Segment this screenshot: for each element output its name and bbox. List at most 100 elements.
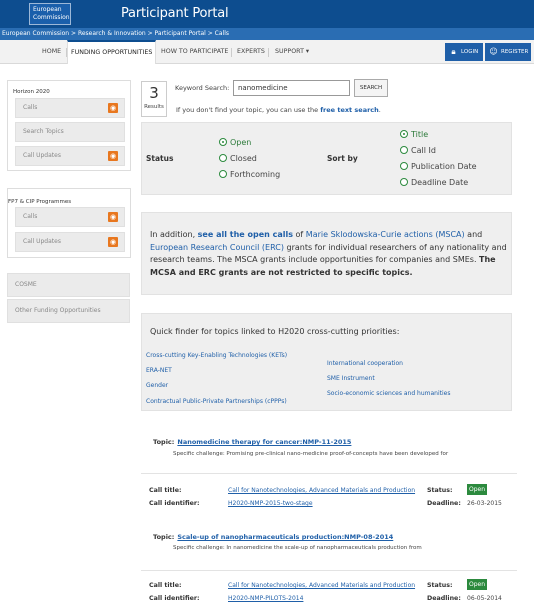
nav-divider: [231, 48, 232, 57]
login-label: LOGIN: [461, 49, 479, 55]
call-identifier-link[interactable]: H2020-NMP-2015-two-stage: [228, 500, 313, 507]
quick-link-international-cooperation[interactable]: International cooperation: [327, 360, 403, 367]
quick-link-cppps[interactable]: Contractual Public-Private Partnerships …: [146, 398, 287, 405]
radio-label: Closed: [230, 154, 257, 163]
nav-experts[interactable]: EXPERTS: [237, 40, 265, 64]
register-label: REGISTER: [501, 49, 529, 55]
deadline-value: 26-03-2015: [467, 500, 502, 507]
topic-title-link[interactable]: Nanomedicine therapy for cancer:NMP-11-2…: [177, 438, 351, 446]
nav-funding-opportunities[interactable]: FUNDING OPPORTUNITIES: [67, 40, 157, 64]
results-count: 3: [149, 84, 159, 102]
info-text-1: In addition,: [150, 230, 196, 239]
breadcrumb[interactable]: European Commission > Research & Innovat…: [0, 28, 534, 40]
divider: [141, 473, 517, 474]
radio-icon: [400, 178, 408, 186]
sidebar-item-fp7-call-updates[interactable]: Call Updates ◉: [15, 232, 125, 252]
portal-title[interactable]: Participant Portal: [121, 6, 229, 21]
quick-link-kets[interactable]: Cross-cutting Key-Enabling Technologies …: [146, 352, 287, 359]
results-label: Results: [144, 104, 164, 110]
keyword-search-input[interactable]: [233, 80, 350, 96]
topic-title-link[interactable]: Scale-up of nanopharmaceuticals producti…: [177, 533, 393, 541]
rss-icon[interactable]: ◉: [108, 151, 118, 161]
call-identifier-link[interactable]: H2020-NMP-PILOTS-2014: [228, 595, 303, 602]
topic-challenge: Specific challenge: In nanomedicine the …: [173, 545, 422, 551]
sidebar-item-label: Search Topics: [23, 128, 64, 135]
status-label: Status:: [427, 582, 453, 589]
sidebar-item-search-topics[interactable]: Search Topics: [15, 122, 125, 142]
info-text-3: and: [467, 230, 483, 239]
sidebar-item-fp7-calls[interactable]: Calls ◉: [15, 207, 125, 227]
search-hint-suffix: .: [378, 106, 381, 114]
radio-selected-icon: [400, 130, 408, 138]
status-badge: Open: [467, 579, 487, 590]
rss-icon[interactable]: ◉: [108, 103, 118, 113]
sidebar-item-label: Calls: [23, 104, 38, 111]
login-button[interactable]: 🔒︎ LOGIN: [445, 43, 483, 61]
sidebar-item-h2020-calls[interactable]: Calls ◉: [15, 98, 125, 118]
radio-label: Call Id: [411, 146, 436, 155]
radio-icon: [400, 146, 408, 154]
sidebar-item-cosme[interactable]: COSME: [7, 273, 130, 297]
sort-radio-title[interactable]: Title: [400, 130, 428, 139]
quick-link-era-net[interactable]: ERA-NET: [146, 367, 172, 374]
call-identifier-label: Call identifier:: [149, 500, 200, 507]
sidebar-item-label: Call Updates: [23, 238, 61, 245]
sidebar-item-h2020-call-updates[interactable]: Call Updates ◉: [15, 146, 125, 166]
rss-icon[interactable]: ◉: [108, 212, 118, 222]
radio-selected-icon: [219, 138, 227, 146]
status-radio-open[interactable]: Open: [219, 138, 251, 147]
free-text-search-link[interactable]: free text search: [320, 106, 379, 114]
sidebar-fp7: FP7 & CIP Programmes Calls ◉ Call Update…: [7, 188, 131, 258]
logo-line-1: European: [33, 6, 62, 13]
sort-radio-publication-date[interactable]: Publication Date: [400, 162, 477, 171]
nav-how-to-participate[interactable]: HOW TO PARTICIPATE: [161, 40, 228, 64]
search-button[interactable]: SEARCH: [354, 79, 388, 97]
status-badge: Open: [467, 484, 487, 495]
sort-by-label: Sort by: [327, 154, 358, 163]
sidebar-h2020-heading: Horizon 2020: [13, 89, 50, 95]
call-title-label: Call title:: [149, 487, 182, 494]
sidebar-item-other-funding[interactable]: Other Funding Opportunities: [7, 299, 130, 323]
sidebar-item-label: Calls: [23, 213, 38, 220]
sort-radio-call-id[interactable]: Call Id: [400, 146, 436, 155]
sort-radio-deadline-date[interactable]: Deadline Date: [400, 178, 468, 187]
keyword-search-label: Keyword Search:: [175, 84, 230, 92]
see-all-open-calls-link[interactable]: see all the open calls: [198, 230, 293, 239]
radio-label: Open: [230, 138, 252, 147]
radio-icon: [400, 162, 408, 170]
lock-icon: 🔒︎: [451, 47, 456, 56]
msca-link[interactable]: Marie Sklodowska-Curie actions (MSCA): [306, 230, 465, 239]
nav-home[interactable]: HOME: [42, 40, 61, 64]
info-text-2: of: [295, 230, 304, 239]
rss-icon[interactable]: ◉: [108, 237, 118, 247]
quick-link-gender[interactable]: Gender: [146, 382, 168, 389]
logo-line-2: Commission: [33, 14, 70, 21]
quick-link-sme-instrument[interactable]: SME Instrument: [327, 375, 375, 382]
call-title-link[interactable]: Call for Nanotechnologies, Advanced Mate…: [228, 582, 415, 589]
status-radio-closed[interactable]: Closed: [219, 154, 257, 163]
call-title-link[interactable]: Call for Nanotechnologies, Advanced Mate…: [228, 487, 415, 494]
sidebar-fp7-heading: FP7 & CIP Programmes: [8, 199, 72, 205]
topic-row: Topic: Scale-up of nanopharmaceuticals pr…: [153, 533, 393, 541]
sidebar-item-label: Other Funding Opportunities: [15, 307, 101, 314]
radio-icon: [219, 154, 227, 162]
radio-label: Publication Date: [411, 162, 477, 171]
topic-challenge: Specific challenge: Promising pre-clinic…: [173, 451, 449, 457]
sidebar-item-label: COSME: [15, 281, 37, 288]
register-button[interactable]: ☺ REGISTER: [485, 43, 531, 61]
quick-link-ssh[interactable]: Socio-economic sciences and humanities: [327, 390, 450, 397]
nav-divider: [268, 48, 269, 57]
info-text: In addition, see all the open calls of M…: [150, 229, 512, 279]
erc-link[interactable]: European Research Council (ERC): [150, 243, 284, 252]
status-filter-label: Status: [146, 154, 174, 163]
deadline-label: Deadline:: [427, 500, 461, 507]
nav-support[interactable]: SUPPORT ▾: [275, 40, 309, 64]
top-header: European Commission Participant Portal: [0, 0, 534, 28]
status-radio-forthcoming[interactable]: Forthcoming: [219, 170, 280, 179]
radio-label: Deadline Date: [411, 178, 469, 187]
european-commission-logo[interactable]: European Commission: [29, 3, 71, 25]
deadline-label: Deadline:: [427, 595, 461, 602]
radio-label: Title: [411, 130, 429, 139]
topic-row: Topic: Nanomedicine therapy for cancer:NM…: [153, 438, 351, 446]
topic-label: Topic:: [153, 533, 175, 541]
